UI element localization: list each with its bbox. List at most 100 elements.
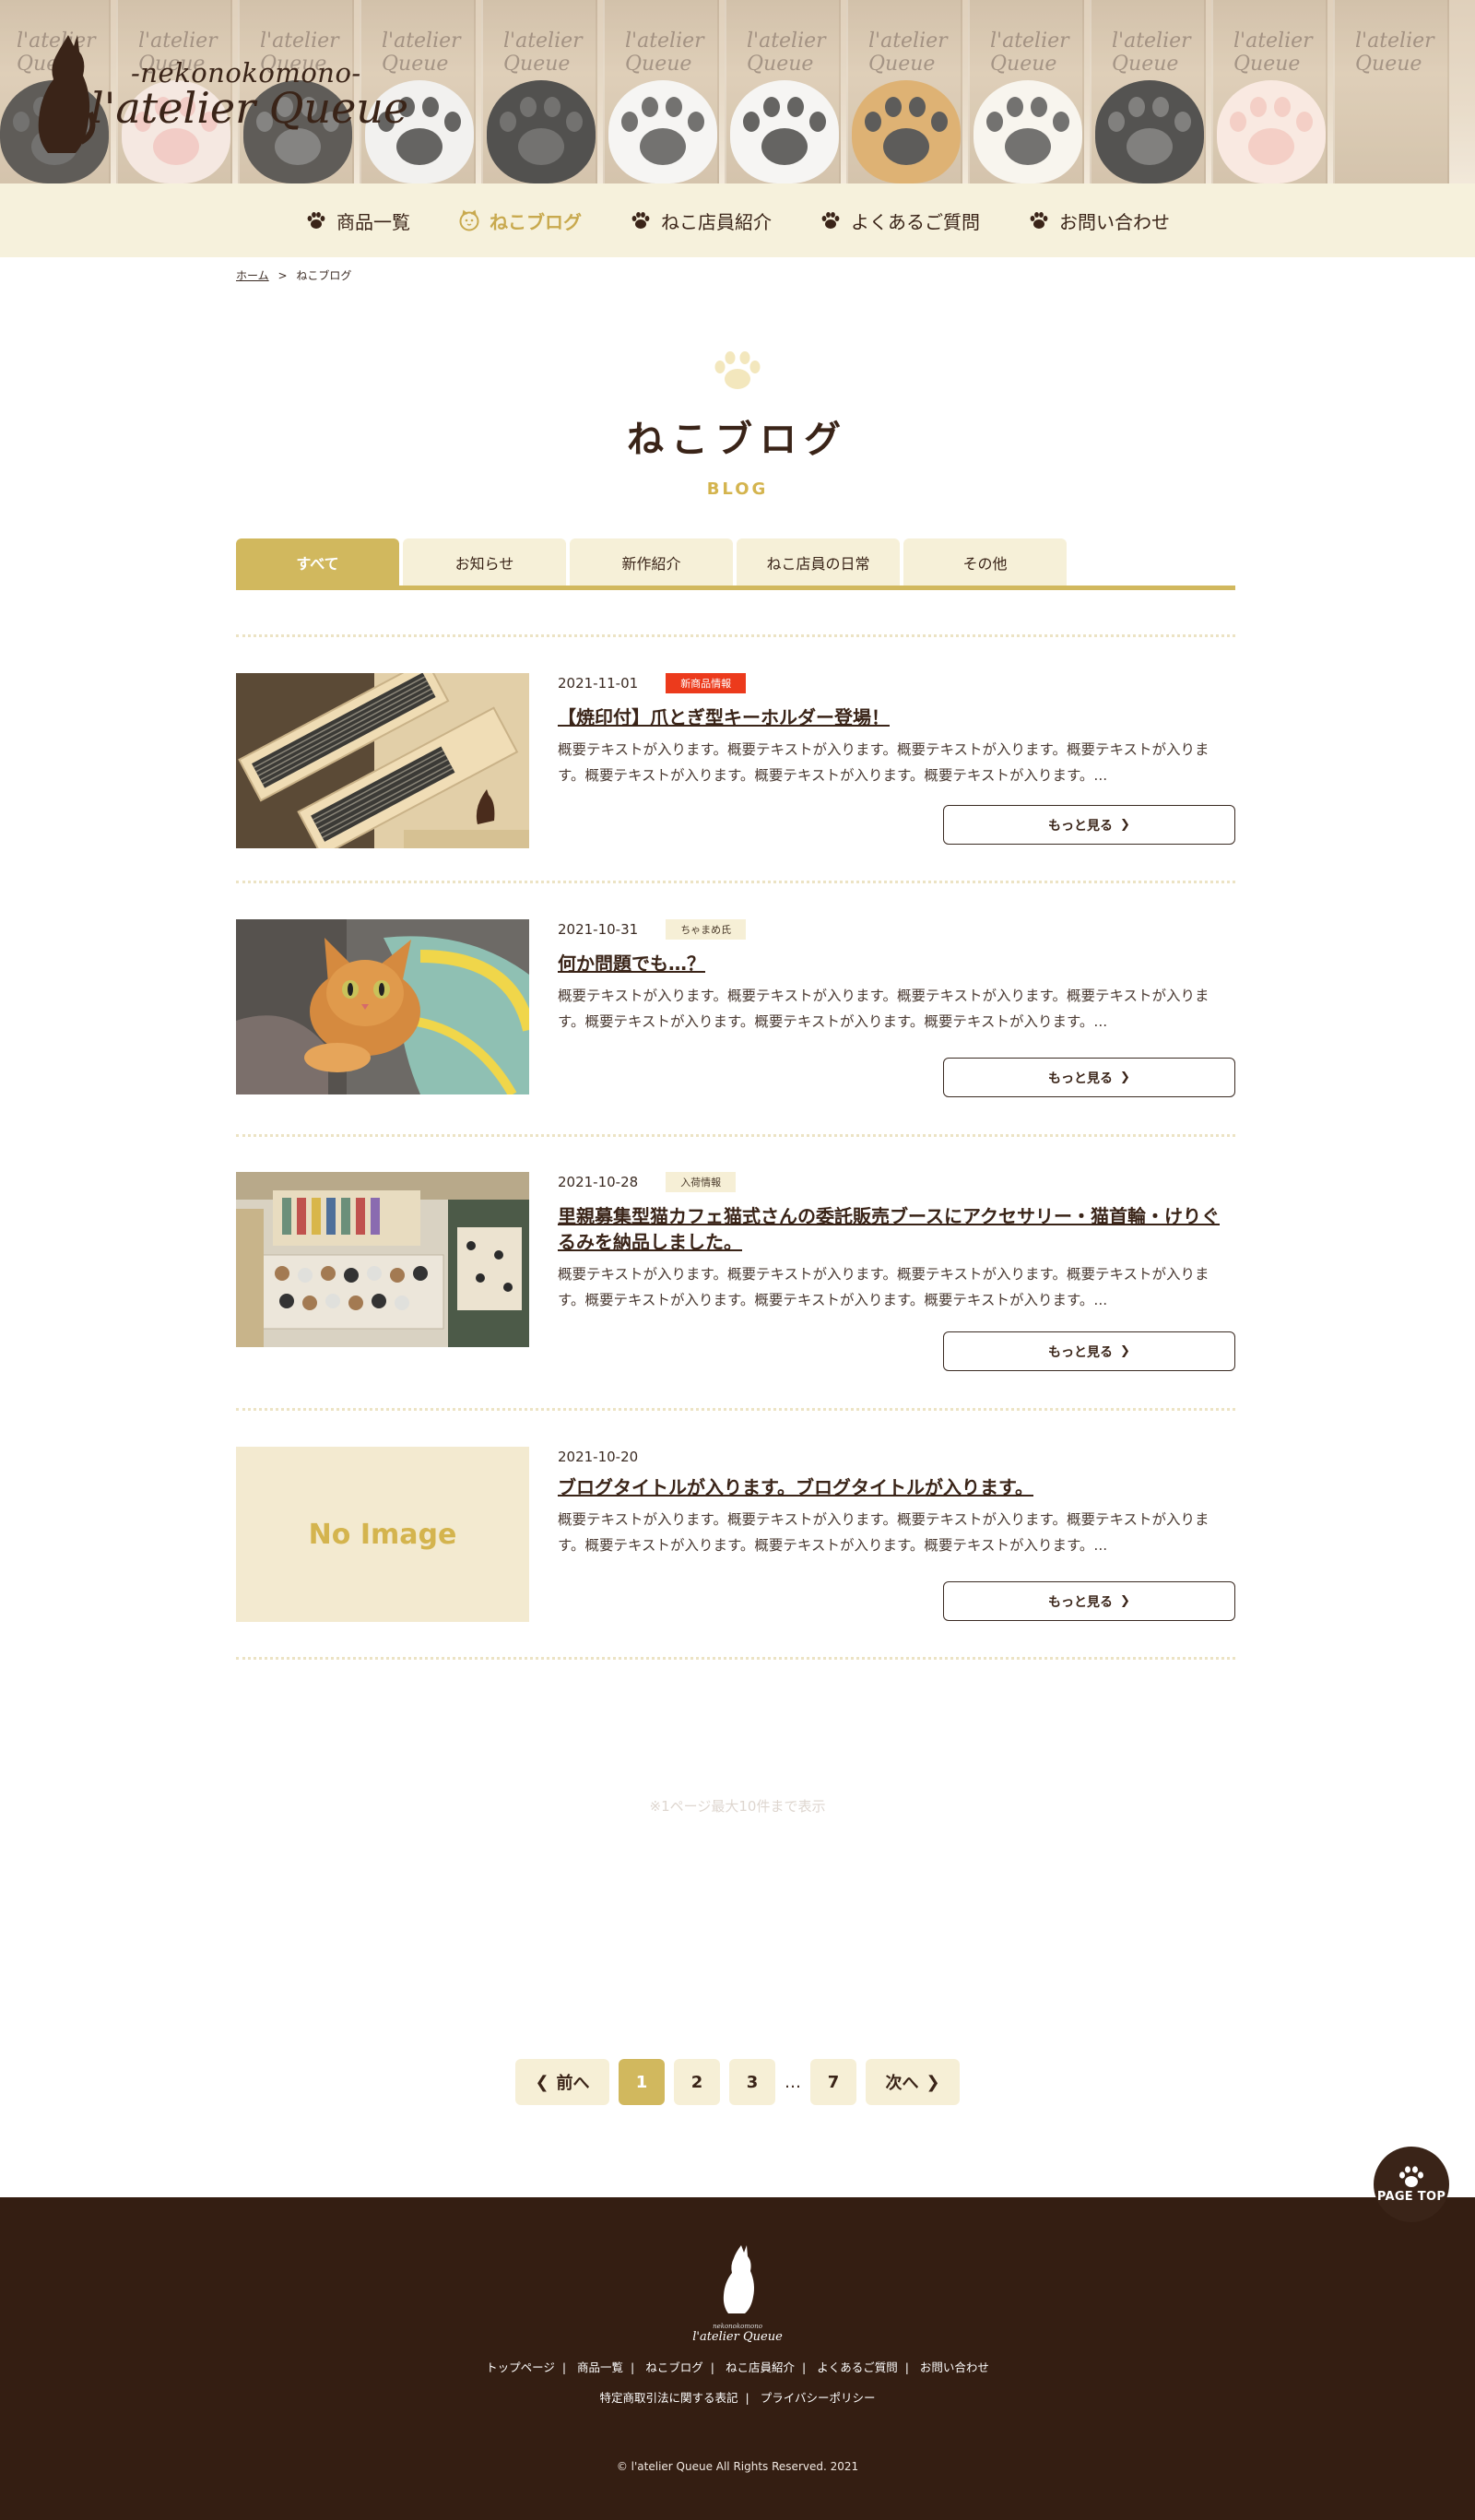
breadcrumb-current: ねこブログ [296,269,352,282]
page-3-button[interactable]: 3 [729,2059,775,2105]
read-more-button[interactable]: もっと見る ❯ [943,1331,1235,1371]
post-date: 2021-10-28 [558,1174,639,1190]
nav-item-blog[interactable]: ねこブログ [458,207,582,234]
post-excerpt: 概要テキストが入ります。概要テキストが入ります。概要テキストが入ります。概要テキ… [558,1511,1210,1554]
page-1-button[interactable]: 1 [619,2059,665,2105]
paw-icon [307,212,325,229]
no-image-placeholder[interactable]: No Image [236,1447,529,1622]
footer-link-staff[interactable]: ねこ店員紹介 [726,2360,795,2374]
next-page-button[interactable]: 次へ ❯ [866,2059,960,2105]
category-tabs: すべて お知らせ 新作紹介 ねこ店員の日常 その他 [236,538,1235,590]
read-more-label: もっと見る [1048,1594,1114,1610]
prev-page-button[interactable]: ❮ 前へ [515,2059,609,2105]
tab-other[interactable]: その他 [903,538,1067,586]
site-footer: nekonokomono l'atelier Queue トップページ | 商品一… [0,2197,1475,2520]
read-more-button[interactable]: もっと見る ❯ [943,1581,1235,1621]
tab-new-products[interactable]: 新作紹介 [570,538,733,586]
blog-post: 2021-11-01 新商品情報 【焼印付】爪とぎ型キーホルダー登場！ 概要テキ… [236,673,1235,848]
page-2-button[interactable]: 2 [674,2059,720,2105]
read-more-button[interactable]: もっと見る ❯ [943,805,1235,845]
page-subtitle: BLOG [706,479,769,499]
pagination-note: ※1ページ最大10件まで表示 [649,1798,826,1815]
read-more-button[interactable]: もっと見る ❯ [943,1058,1235,1097]
paw-icon [714,351,761,389]
chevron-right-icon: ❯ [1120,1344,1130,1358]
footer-link-top[interactable]: トップページ [486,2360,555,2374]
footer-link-faq[interactable]: よくあるご質問 [817,2360,898,2374]
post-date: 2021-10-20 [558,1449,639,1465]
footer-nav: トップページ | 商品一覧 | ねこブログ | ねこ店員紹介 | よくあるご質問 | お問… [486,2360,989,2374]
page-7-button[interactable]: 7 [810,2059,856,2105]
post-title-link[interactable]: 何か問題でも…？ [558,951,1235,976]
blog-post: 2021-10-28 入荷情報 里親募集型猫カフェ猫式さんの委託販売ブースにアク… [236,1172,1235,1371]
cat-face-icon [459,209,479,231]
post-date: 2021-10-31 [558,921,639,938]
tab-all[interactable]: すべて [236,538,399,586]
read-more-label: もっと見る [1048,1071,1114,1086]
post-body: 2021-11-01 新商品情報 【焼印付】爪とぎ型キーホルダー登場！ 概要テキ… [558,673,1235,788]
post-excerpt: 概要テキストが入ります。概要テキストが入ります。概要テキストが入ります。概要テキ… [558,741,1210,784]
post-date: 2021-11-01 [558,675,639,692]
breadcrumb: ホーム > ねこブログ [236,267,351,283]
post-title-link[interactable]: ブログタイトルが入ります。ブログタイトルが入ります。 [558,1474,1235,1500]
category-badge[interactable]: ちゃまめ氏 [666,919,747,940]
post-excerpt: 概要テキストが入ります。概要テキストが入ります。概要テキストが入ります。概要テキ… [558,1266,1210,1308]
paw-icon [1399,2165,1423,2187]
post-title-link[interactable]: 里親募集型猫カフェ猫式さんの委託販売ブースにアクセサリー・猫首輪・けりぐるみを納… [558,1203,1235,1255]
chevron-right-icon: ❯ [1120,1071,1130,1084]
divider [236,1134,1235,1137]
breadcrumb-home-link[interactable]: ホーム [236,269,269,282]
divider [236,881,1235,883]
post-body: 2021-10-31 ちゃまめ氏 何か問題でも…？ 概要テキストが入ります。概要… [558,919,1235,1035]
nav-item-staff[interactable]: ねこ店員紹介 [630,207,772,234]
page-top-button[interactable]: PAGE TOP [1374,2147,1449,2222]
logo-name: l'atelier Queue [90,83,409,133]
footer-link-products[interactable]: 商品一覧 [577,2360,623,2374]
chevron-right-icon: ❯ [926,2072,940,2092]
post-excerpt: 概要テキストが入ります。概要テキストが入ります。概要テキストが入ります。概要テキ… [558,988,1210,1030]
footer-logo[interactable]: nekonokomono l'atelier Queue [682,2243,793,2345]
tab-news[interactable]: お知らせ [403,538,566,586]
footer-logo-subtitle: nekonokomono [713,2323,762,2330]
category-badge[interactable]: 入荷情報 [666,1172,737,1192]
divider [236,634,1235,637]
footer-link-blog[interactable]: ねこブログ [645,2360,703,2374]
post-thumbnail[interactable] [236,1172,529,1347]
page-heading: ねこブログ BLOG [0,350,1475,499]
pagination: ❮ 前へ 1 2 3 … 7 次へ ❯ [0,2059,1475,2105]
chevron-left-icon: ❮ [535,2072,549,2092]
post-thumbnail[interactable] [236,919,529,1094]
tab-cat-daily[interactable]: ねこ店員の日常 [737,538,900,586]
post-title-link[interactable]: 【焼印付】爪とぎ型キーホルダー登場！ [558,704,1235,730]
footer-link-privacy[interactable]: プライバシーポリシー [761,2391,876,2405]
footer-link-tokushoho[interactable]: 特定商取引法に関する表記 [600,2391,738,2405]
paw-icon [821,212,840,229]
read-more-label: もっと見る [1048,1344,1114,1360]
paw-icon [631,212,650,229]
nav-item-faq[interactable]: よくあるご質問 [820,207,980,234]
footer-link-contact[interactable]: お問い合わせ [920,2360,989,2374]
cat-silhouette-icon [723,2245,754,2313]
site-logo[interactable]: -nekonokomono- l'atelier Queue [31,31,419,160]
read-more-label: もっと見る [1048,818,1114,834]
blog-post: No Image 2021-10-20 ブログタイトルが入ります。ブログタイトル… [236,1447,1235,1622]
nav-item-label: ねこブログ [490,210,582,233]
global-nav: 商品一覧 ねこブログ ねこ店員紹介 よくあるご質問 お問い合わせ [0,183,1475,257]
chevron-right-icon: ❯ [1120,1594,1130,1608]
category-badge[interactable]: 新商品情報 [666,673,747,693]
divider [236,1657,1235,1660]
post-body: 2021-10-28 入荷情報 里親募集型猫カフェ猫式さんの委託販売ブースにアク… [558,1172,1235,1313]
nav-item-contact[interactable]: お問い合わせ [1028,207,1170,234]
nav-item-label: ねこ店員紹介 [661,210,772,233]
nav-item-label: よくあるご質問 [851,210,980,233]
footer-legal-nav: 特定商取引法に関する表記 | プライバシーポリシー [599,2391,876,2405]
nav-item-products[interactable]: 商品一覧 [305,207,410,234]
header-hero-banner: l'atelier Queue l'atelier Queue l'atelier … [0,0,1475,183]
copyright: © l'atelier Queue All Rights Reserved. 2… [616,2460,859,2473]
page-top-label: PAGE TOP [1376,2189,1446,2204]
nav-item-label: 商品一覧 [336,210,410,233]
next-label: 次へ [885,2074,919,2093]
breadcrumb-separator: > [277,269,288,282]
post-thumbnail[interactable] [236,673,529,848]
post-body: 2021-10-20 ブログタイトルが入ります。ブログタイトルが入ります。 概要… [558,1447,1235,1558]
